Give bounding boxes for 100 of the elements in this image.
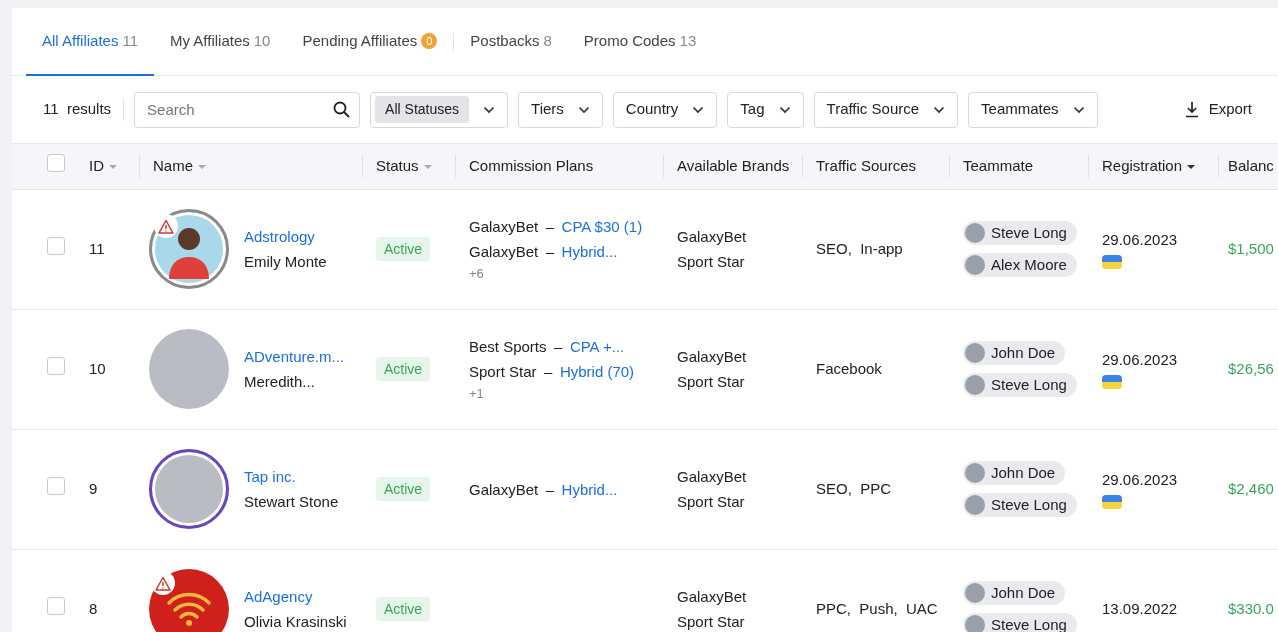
brand-name: GalaxyBet <box>677 347 748 367</box>
wifi-icon <box>166 591 212 627</box>
row-checkbox[interactable] <box>47 476 65 495</box>
registration-date: 13.09.2022 <box>1102 598 1179 619</box>
results-count: 11 results <box>43 98 125 121</box>
filter-dropdown[interactable]: Traffic Source <box>813 91 959 128</box>
teammate-chip[interactable]: Steve Long <box>963 221 1077 246</box>
select-all-checkbox[interactable] <box>47 154 65 172</box>
teammate-chip[interactable]: Alex Moore <box>963 252 1077 277</box>
company-link[interactable]: AdAgency <box>244 584 347 609</box>
tab[interactable]: Postbacks 8 <box>454 8 568 76</box>
table-cell: 11 <box>89 239 105 257</box>
tab[interactable]: My Affiliates 10 <box>154 8 287 76</box>
row-checkbox[interactable] <box>47 236 65 255</box>
teammate-chip[interactable]: Steve Long <box>963 492 1077 517</box>
count-badge: 0 <box>421 33 438 49</box>
brand-name: GalaxyBet <box>677 587 748 607</box>
chevron-down-icon <box>933 105 946 114</box>
brand-name: Sport Star <box>469 363 537 381</box>
plan-link[interactable]: Hybrid... <box>561 480 618 498</box>
avatar <box>965 374 985 395</box>
table-cell: 8 <box>89 599 98 617</box>
avatar <box>965 494 985 515</box>
balance-amount: $2,460 <box>1228 479 1274 497</box>
chevron-down-icon <box>483 105 496 114</box>
brand-name: Sport Star <box>677 612 746 632</box>
traffic-sources: Facebook <box>816 359 882 377</box>
filter-dropdown[interactable]: Country <box>612 91 718 128</box>
plan-link[interactable]: CPA $30 (1) <box>561 218 643 236</box>
status-badge: Active <box>376 356 431 381</box>
row-checkbox[interactable] <box>47 596 65 615</box>
chevron-down-icon <box>1072 105 1085 114</box>
table-cell: 9 <box>89 479 98 497</box>
chevron-down-icon <box>692 105 705 114</box>
status-badge: Active <box>376 236 431 261</box>
avatar <box>965 463 985 484</box>
export-button[interactable]: Export <box>1178 97 1258 122</box>
dash-separator: – <box>545 480 555 498</box>
traffic-sources: SEO, In-app <box>816 239 903 257</box>
contact-name: Meredith... <box>244 372 316 392</box>
tab[interactable]: All Affiliates 11 <box>26 8 154 76</box>
chevron-down-icon <box>778 105 791 114</box>
plan-link[interactable]: Hybrid (70) <box>559 363 635 381</box>
tab-count: 10 <box>253 30 271 51</box>
status-badge: Active <box>376 596 431 621</box>
tab-count: 11 <box>122 30 138 51</box>
avatar <box>965 583 985 604</box>
brand-name: Sport Star <box>677 372 746 392</box>
more-count: +1 <box>469 385 485 404</box>
company-link[interactable]: ADventure.m... <box>244 344 345 369</box>
status-badge: Active <box>376 476 431 501</box>
tab-count: 13 <box>679 30 697 51</box>
balance-amount: $26,56 <box>1228 359 1274 377</box>
more-count: +6 <box>469 265 485 284</box>
registration-date: 29.06.2023 <box>1102 229 1179 250</box>
brand-name: Best Sports <box>469 338 547 356</box>
teammate-chip[interactable]: Steve Long <box>963 612 1077 632</box>
balance-amount: $330.0 <box>1228 599 1274 617</box>
brand-name: GalaxyBet <box>469 480 539 498</box>
teammate-chip[interactable]: John Doe <box>963 581 1066 606</box>
search-field[interactable]: Search <box>134 91 361 128</box>
column-header[interactable]: ID <box>89 157 117 174</box>
avatar <box>965 614 985 632</box>
plan-link[interactable]: CPA +... <box>569 338 625 356</box>
teammate-chip[interactable]: John Doe <box>963 461 1066 486</box>
filter-dropdown[interactable]: Teammates <box>968 91 1098 128</box>
dash-separator: – <box>554 338 563 356</box>
column-header[interactable]: Teammate <box>963 157 1034 174</box>
brand-name: GalaxyBet <box>677 227 748 247</box>
table-cell: 10 <box>89 359 106 377</box>
traffic-sources: PPC, Push, UAC <box>816 599 938 617</box>
avatar <box>965 223 985 244</box>
plan-link[interactable]: Hybrid... <box>561 243 618 261</box>
tab[interactable]: Promo Codes 13 <box>567 8 713 76</box>
teammate-chip[interactable]: John Doe <box>963 341 1066 366</box>
tab[interactable]: Pending Affiliates 0 <box>286 8 454 76</box>
filter-dropdown[interactable]: Tiers <box>518 91 603 128</box>
brand-name: GalaxyBet <box>469 218 539 236</box>
dash-separator: – <box>544 363 553 381</box>
traffic-sources: SEO, PPC <box>816 479 892 497</box>
column-header[interactable]: Name <box>153 157 206 174</box>
chevron-down-icon <box>577 105 590 114</box>
row-checkbox[interactable] <box>47 356 65 375</box>
company-link[interactable]: Adstrology <box>244 224 327 249</box>
registration-date: 29.06.2023 <box>1102 349 1179 370</box>
registration-date: 29.06.2023 <box>1102 469 1179 490</box>
brand-name: GalaxyBet <box>469 243 539 261</box>
download-icon <box>1184 101 1199 118</box>
filter-dropdown[interactable]: Tag <box>727 91 804 128</box>
sort-caret-icon[interactable] <box>1187 165 1196 170</box>
avatar <box>965 254 985 275</box>
brand-name: Sport Star <box>677 492 746 512</box>
dash-separator: – <box>545 218 555 236</box>
teammate-chip[interactable]: Steve Long <box>963 372 1077 397</box>
filter-dropdown[interactable]: All Statuses <box>370 91 509 128</box>
contact-name: Stewart Stone <box>244 492 339 512</box>
avatar <box>965 343 985 364</box>
company-link[interactable]: Tap inc. <box>244 464 339 489</box>
filter-chip: All Statuses <box>375 96 470 123</box>
balance-amount: $1,500 <box>1228 239 1274 257</box>
